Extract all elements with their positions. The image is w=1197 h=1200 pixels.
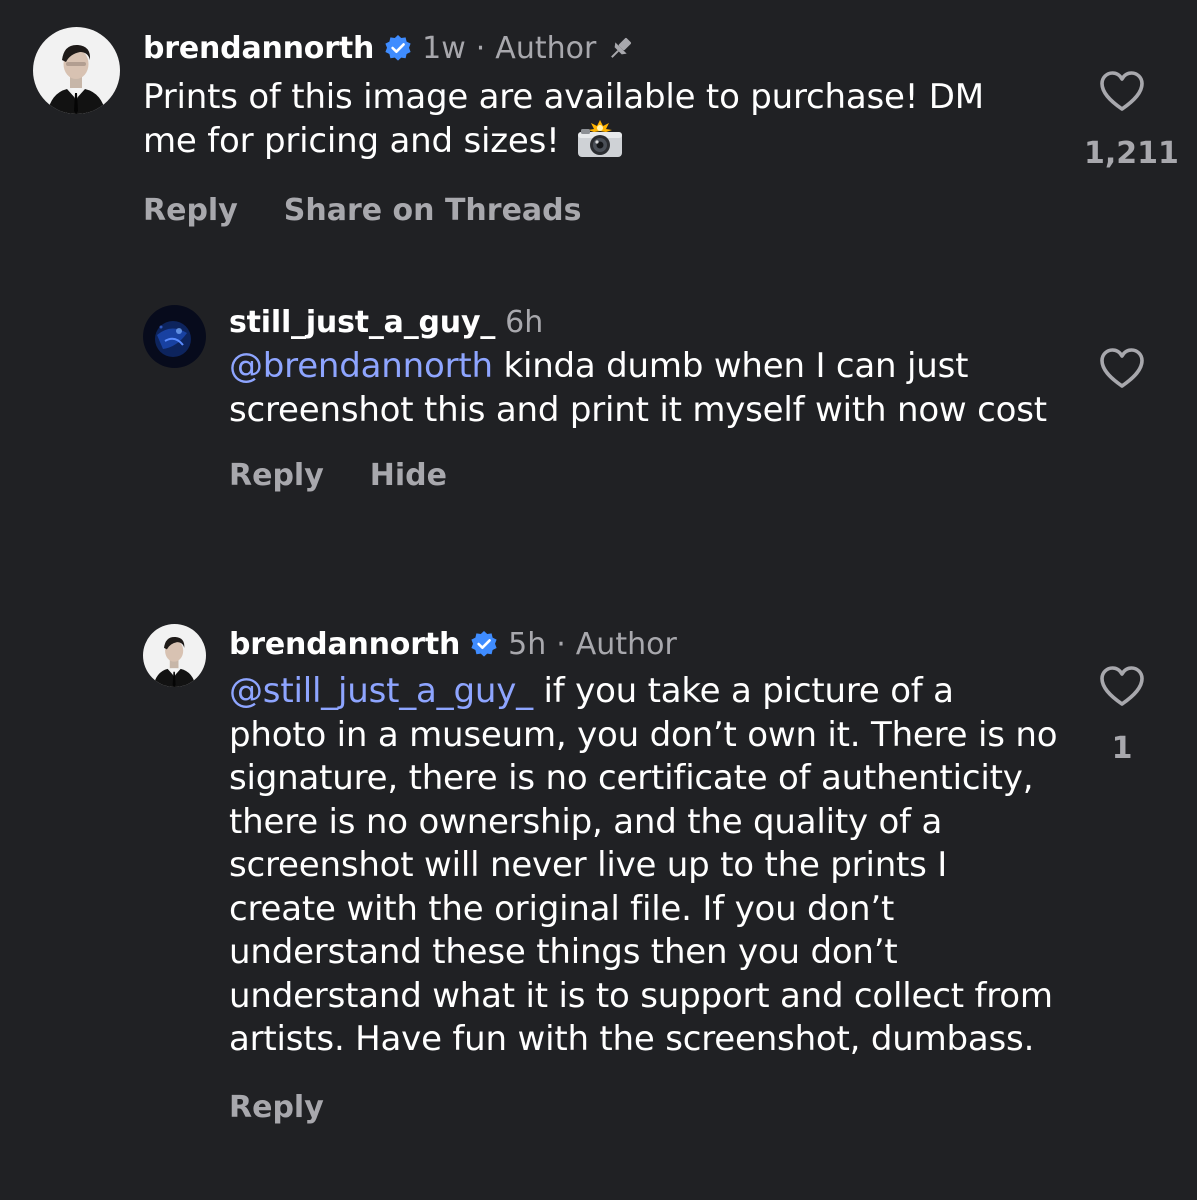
mention-link[interactable]: @brendannorth (229, 346, 493, 386)
timestamp: 6h (505, 304, 544, 340)
like-count: 1 (1111, 731, 1133, 766)
reply-button[interactable]: Reply (143, 193, 238, 228)
mention-link[interactable]: @still_just_a_guy_ (229, 671, 533, 711)
comment-text: @brendannorth kinda dumb when I can just… (229, 345, 1059, 432)
like-section: 1 (1084, 665, 1160, 766)
avatar[interactable] (33, 27, 120, 114)
portrait-man-suit-icon (143, 624, 206, 687)
username[interactable]: brendannorth (229, 627, 460, 662)
author-badge: Author (575, 626, 677, 662)
comment-body: if you take a picture of a photo in a mu… (229, 671, 1058, 1059)
verified-badge-icon (385, 35, 411, 61)
like-section: 1,211 (1084, 70, 1179, 171)
like-count: 1,211 (1084, 136, 1179, 171)
dark-blue-abstract-icon (143, 305, 206, 368)
hide-button[interactable]: Hide (370, 458, 447, 493)
reply-button[interactable]: Reply (229, 458, 324, 493)
heart-icon[interactable] (1099, 665, 1145, 707)
comment-body: Prints of this image are available to pu… (143, 77, 984, 161)
share-on-threads-button[interactable]: Share on Threads (284, 193, 582, 228)
portrait-man-suit-icon (33, 27, 120, 114)
heart-icon[interactable] (1099, 347, 1145, 389)
avatar[interactable] (143, 305, 206, 368)
comment-text: Prints of this image are available to pu… (143, 76, 1043, 163)
heart-icon[interactable] (1099, 70, 1145, 112)
reply-button[interactable]: Reply (229, 1090, 324, 1125)
camera-with-flash-icon (578, 119, 623, 157)
timestamp: 5h (508, 626, 547, 662)
username[interactable]: still_just_a_guy_ (229, 305, 495, 340)
pin-icon (611, 38, 632, 58)
separator-dot: · (556, 626, 566, 662)
username[interactable]: brendannorth (143, 31, 374, 66)
timestamp: 1w (422, 30, 466, 66)
separator-dot: · (475, 30, 486, 66)
comment-text: @still_just_a_guy_ if you take a picture… (229, 670, 1059, 1062)
like-section (1084, 347, 1160, 413)
avatar[interactable] (143, 624, 206, 687)
author-badge: Author (495, 30, 597, 66)
verified-badge-icon (471, 631, 497, 657)
